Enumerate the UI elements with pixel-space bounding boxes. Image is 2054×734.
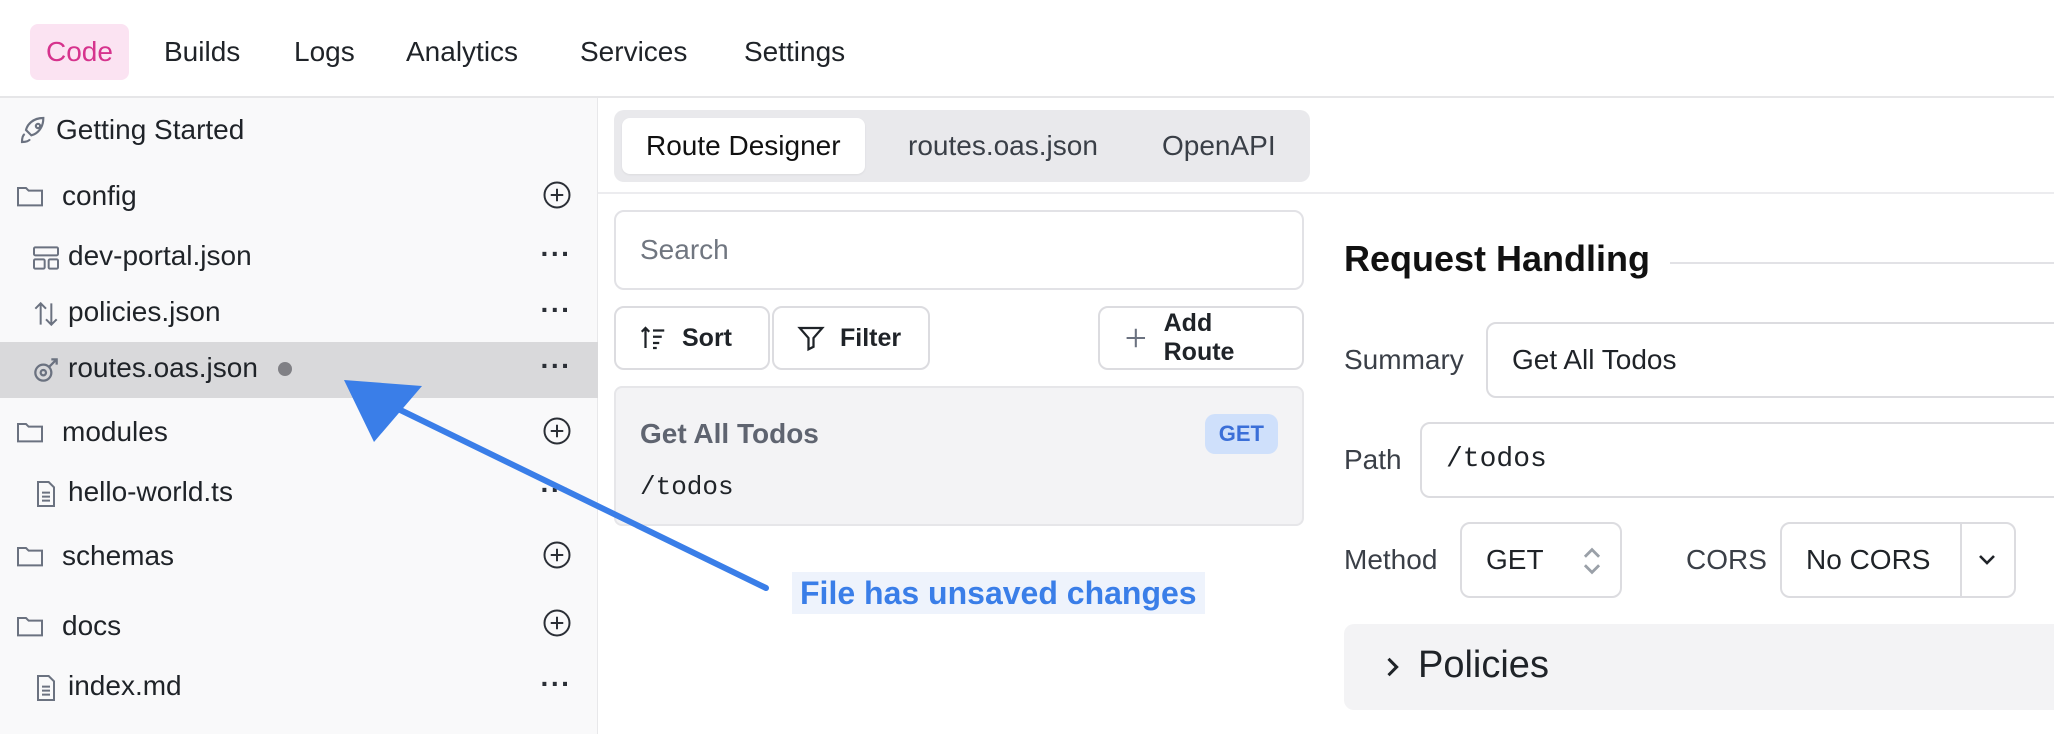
- nav-settings[interactable]: Settings: [728, 24, 861, 80]
- divider: [598, 192, 2054, 194]
- add-file-icon[interactable]: [542, 180, 572, 210]
- cors-select[interactable]: No CORS: [1780, 522, 2016, 598]
- rocket-icon: [20, 116, 45, 144]
- sort-arrows-icon: [34, 301, 58, 327]
- chevron-right-icon: [1387, 657, 1399, 677]
- sidebar-file-index[interactable]: index.md ···: [0, 660, 598, 716]
- sidebar-item-label: modules: [62, 416, 168, 447]
- filter-label: Filter: [840, 323, 902, 352]
- unsaved-indicator: [278, 362, 292, 376]
- sidebar-item-label: dev-portal.json: [68, 240, 252, 271]
- nav-analytics[interactable]: Analytics: [390, 24, 534, 80]
- more-options-icon[interactable]: ···: [540, 296, 572, 328]
- cors-label: CORS: [1686, 544, 1767, 575]
- folder-icon: [17, 187, 43, 207]
- sidebar-folder-config[interactable]: config: [0, 168, 598, 224]
- chevron-up-down-icon: [1583, 547, 1601, 575]
- method-label: Method: [1344, 544, 1438, 575]
- sort-button[interactable]: Sort: [614, 306, 770, 370]
- sidebar-item-label: routes.oas.json: [68, 352, 258, 383]
- method-badge: GET: [1204, 414, 1278, 454]
- add-file-icon[interactable]: [542, 608, 572, 638]
- sidebar-getting-started[interactable]: Getting Started: [0, 102, 598, 158]
- nav-code[interactable]: Code: [30, 24, 129, 80]
- file-icon: [37, 481, 55, 507]
- sort-label: Sort: [682, 323, 732, 352]
- sort-icon: [640, 326, 665, 350]
- method-select[interactable]: GET: [1460, 522, 1622, 598]
- summary-field[interactable]: Get All Todos: [1486, 322, 2054, 398]
- sidebar-item-label: Getting Started: [56, 114, 245, 145]
- file-icon: [37, 675, 55, 701]
- divider: [1960, 524, 1962, 596]
- path-field[interactable]: /todos: [1420, 422, 2054, 498]
- search-input[interactable]: [614, 210, 1304, 290]
- sidebar-item-label: docs: [62, 610, 122, 641]
- sidebar-item-label: schemas: [62, 540, 175, 571]
- more-options-icon[interactable]: ···: [540, 670, 572, 702]
- sidebar-file-dev-portal[interactable]: dev-portal.json ···: [0, 230, 598, 286]
- sidebar-item-label: policies.json: [68, 296, 221, 327]
- method-value: GET: [1486, 544, 1544, 575]
- tab-openapi[interactable]: OpenAPI: [1138, 118, 1300, 174]
- top-navigation: Code Builds Logs Analytics Services Sett…: [0, 0, 2054, 98]
- sidebar-folder-docs[interactable]: docs: [0, 598, 598, 654]
- annotation-callout: File has unsaved changes: [792, 572, 1205, 614]
- annotation-arrow: [344, 380, 769, 591]
- sidebar-file-policies[interactable]: policies.json ···: [0, 286, 598, 342]
- nav-builds[interactable]: Builds: [148, 24, 256, 80]
- more-options-icon[interactable]: ···: [540, 240, 572, 272]
- policies-section[interactable]: Policies: [1344, 624, 2054, 710]
- folder-icon: [17, 617, 43, 637]
- layout-icon: [32, 246, 59, 270]
- folder-icon: [17, 423, 43, 443]
- folder-icon: [17, 547, 43, 567]
- section-title: Request Handling: [1344, 238, 1651, 279]
- nav-services[interactable]: Services: [564, 24, 703, 80]
- chevron-down-icon: [1979, 555, 1995, 565]
- filter-button[interactable]: Filter: [772, 306, 930, 370]
- policies-label: Policies: [1418, 644, 1549, 686]
- summary-label: Summary: [1344, 344, 1464, 375]
- sidebar-item-label: index.md: [68, 670, 182, 701]
- sidebar-item-label: config: [62, 180, 137, 211]
- editor-tabs: Route Designer routes.oas.json OpenAPI: [614, 110, 1310, 182]
- tab-route-designer[interactable]: Route Designer: [622, 118, 865, 174]
- path-label: Path: [1344, 444, 1402, 475]
- add-route-button[interactable]: Add Route: [1098, 306, 1304, 370]
- plus-icon: [1126, 328, 1146, 348]
- tab-routes-json[interactable]: routes.oas.json: [884, 118, 1122, 174]
- sidebar-item-label: hello-world.ts: [68, 476, 233, 507]
- add-route-label: Add Route: [1163, 309, 1235, 366]
- filter-icon: [797, 326, 825, 352]
- cors-value: No CORS: [1806, 544, 1931, 575]
- divider: [1670, 262, 2054, 264]
- route-icon: [34, 358, 58, 382]
- nav-logs[interactable]: Logs: [278, 24, 371, 80]
